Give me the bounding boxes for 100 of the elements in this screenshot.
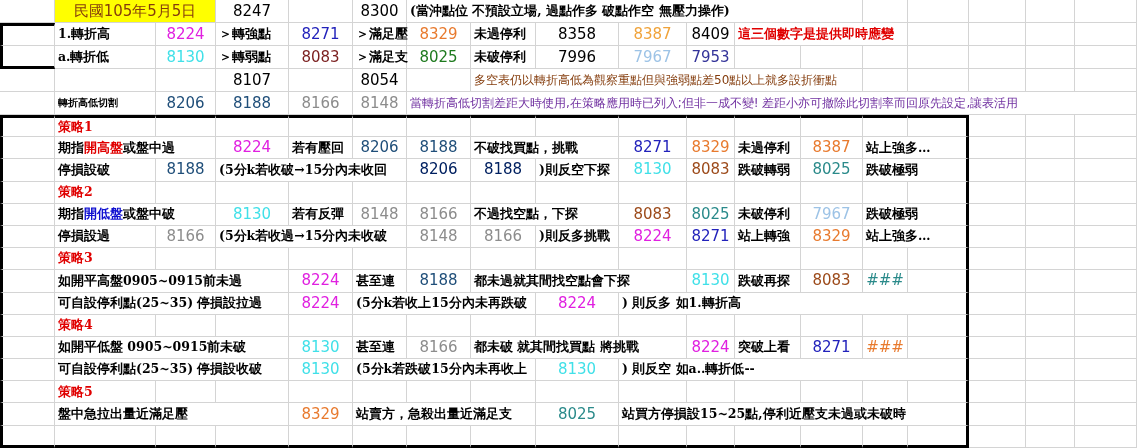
empty-cell — [156, 314, 216, 337]
table-cell: 不破找買點，挑戰 — [471, 137, 619, 160]
empty-cell — [969, 403, 1026, 426]
empty-cell — [353, 381, 407, 404]
table-cell: 期指開低盤或盤中破 — [55, 203, 216, 226]
table-cell: 8166 — [156, 225, 216, 249]
empty-cell — [735, 181, 801, 204]
table-cell: 8206 — [407, 159, 471, 182]
empty-cell — [908, 314, 969, 337]
empty-cell — [908, 381, 969, 404]
empty-cell — [0, 425, 55, 448]
table-cell: 8358 — [536, 23, 619, 46]
table-cell: 8083 — [687, 159, 735, 182]
empty-cell — [735, 248, 801, 271]
table-cell: 8188 — [471, 159, 536, 182]
table-cell: ＞滿足支 — [353, 46, 407, 69]
empty-cell — [1026, 292, 1075, 315]
table-cell: 7996 — [536, 46, 619, 69]
empty-cell — [471, 115, 536, 138]
empty-cell — [0, 248, 55, 271]
empty-cell — [1026, 46, 1075, 69]
empty-cell — [969, 336, 1026, 360]
empty-cell — [969, 115, 1026, 138]
empty-cell — [735, 46, 801, 69]
empty-cell — [908, 336, 969, 360]
empty-cell — [863, 69, 908, 92]
table-cell: a.轉折低 — [55, 46, 156, 69]
table-cell: 8224 — [289, 270, 353, 293]
empty-cell — [969, 0, 1026, 23]
empty-cell — [1075, 115, 1137, 138]
empty-cell — [863, 425, 908, 448]
empty-cell — [619, 248, 687, 271]
empty-cell — [687, 115, 735, 138]
empty-cell — [969, 69, 1026, 92]
table-cell: 甚至連 — [353, 270, 407, 293]
empty-cell — [0, 137, 55, 160]
empty-cell — [1026, 23, 1075, 46]
empty-cell — [1075, 69, 1137, 92]
empty-cell — [0, 181, 55, 204]
empty-cell — [908, 0, 969, 23]
table-cell: 當轉折高低切割差距大時使用,在策略應用時已列入;但非一成不變! 差距小亦可撤除此切割率而回原先設定,讓表活用 — [407, 92, 1137, 115]
empty-cell — [289, 425, 353, 448]
table-cell: 跌破轉弱 — [735, 159, 801, 182]
table-cell: 如開平高盤0905~0915前未過 — [55, 270, 289, 293]
empty-cell — [735, 381, 801, 404]
empty-cell — [801, 181, 863, 204]
table-cell: 若有反彈 — [289, 203, 353, 226]
empty-cell — [0, 69, 55, 92]
empty-cell — [969, 381, 1026, 404]
empty-cell — [619, 314, 687, 337]
empty-cell — [0, 203, 55, 226]
empty-cell — [801, 248, 863, 271]
empty-cell — [471, 425, 536, 448]
empty-cell — [969, 137, 1026, 160]
empty-cell — [969, 359, 1026, 382]
empty-cell — [156, 181, 216, 204]
table-cell: 未過停利 — [471, 23, 536, 46]
empty-cell — [863, 314, 908, 337]
table-cell: 停損設過 — [55, 225, 156, 249]
table-cell: ＞轉弱點 — [216, 46, 289, 69]
table-cell: 8329 — [801, 225, 863, 249]
table-cell: 跌破極弱 — [863, 203, 969, 226]
empty-cell — [619, 115, 687, 138]
empty-cell — [1075, 248, 1137, 271]
empty-cell — [908, 181, 969, 204]
empty-cell — [1075, 0, 1137, 23]
table-cell: 8083 — [619, 203, 687, 226]
table-cell: 8224 — [156, 23, 216, 46]
empty-cell — [156, 115, 216, 138]
table-cell: 8054 — [353, 69, 407, 92]
empty-cell — [471, 248, 536, 271]
table-cell: )則反多挑戰 — [536, 225, 619, 249]
table-cell: 策略4 — [55, 314, 156, 337]
empty-cell — [407, 248, 471, 271]
table-cell: ＞轉強點 — [216, 23, 289, 46]
empty-cell — [619, 425, 687, 448]
table-cell: 7967 — [801, 203, 863, 226]
table-cell: 轉折高低切割 — [55, 92, 156, 115]
empty-cell — [863, 115, 908, 138]
empty-cell — [156, 381, 216, 404]
table-cell: 8387 — [801, 137, 863, 160]
empty-cell — [0, 46, 55, 69]
table-cell: 8247 — [216, 0, 289, 23]
table-cell: 8387 — [619, 23, 687, 46]
empty-cell — [289, 0, 353, 23]
table-cell: 策略3 — [55, 248, 156, 271]
table-cell: 8166 — [289, 92, 353, 115]
empty-cell — [1026, 115, 1075, 138]
empty-cell — [289, 381, 353, 404]
table-cell: 若有壓回 — [289, 137, 353, 160]
empty-cell — [908, 46, 969, 69]
table-cell: 8224 — [536, 292, 619, 315]
empty-cell — [619, 181, 687, 204]
table-cell: 策略5 — [55, 381, 156, 404]
empty-cell — [619, 381, 687, 404]
table-cell: 8166 — [407, 336, 471, 360]
table-cell: 期指開高盤或盤中過 — [55, 137, 216, 160]
empty-cell — [0, 359, 55, 382]
empty-cell — [1075, 181, 1137, 204]
empty-cell — [407, 69, 471, 92]
